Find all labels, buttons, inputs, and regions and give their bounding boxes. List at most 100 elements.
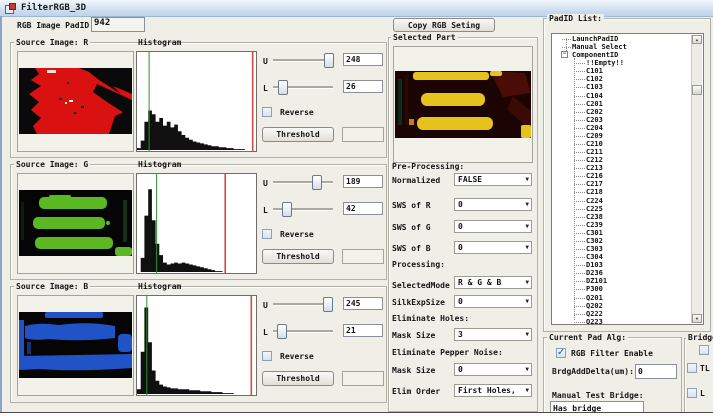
u-slider-thumb-b[interactable] <box>323 297 333 312</box>
u-slider-thumb-r[interactable] <box>324 53 334 68</box>
tree-item[interactable]: C224 <box>552 197 692 205</box>
tree-item-label: D103 <box>586 261 603 269</box>
l-slider-b[interactable] <box>273 324 333 338</box>
l-value-r[interactable] <box>343 80 383 93</box>
tree-item[interactable]: D236 <box>552 269 692 277</box>
tree-item[interactable]: Q201 <box>552 294 692 302</box>
channel-panel-r: Source Image: R Histogram U L Reverse Th… <box>10 38 387 158</box>
u-value-r[interactable] <box>343 53 383 66</box>
tree-item[interactable]: Q222 <box>552 310 692 318</box>
bridge-checkbox-l[interactable] <box>687 388 697 398</box>
elim-order-dropdown[interactable]: First Holes, <box>454 384 532 397</box>
l-value-b[interactable] <box>343 324 383 337</box>
source-image-r-canvas <box>19 68 132 134</box>
tree-item[interactable]: C217 <box>552 180 692 188</box>
tree-item[interactable]: D103 <box>552 261 692 269</box>
tree-item[interactable]: C209 <box>552 132 692 140</box>
u-value-b[interactable] <box>343 297 383 310</box>
tree-item-label: C216 <box>586 172 603 180</box>
threshold-button-b[interactable]: Threshold <box>262 371 334 386</box>
tree-item[interactable]: C225 <box>552 205 692 213</box>
threshold-button-r[interactable]: Threshold <box>262 127 334 142</box>
tree-item[interactable]: C102 <box>552 75 692 83</box>
selected-mode-dropdown[interactable]: R & G & B <box>454 276 532 289</box>
l-value-g[interactable] <box>343 202 383 215</box>
u-slider-b[interactable] <box>273 297 333 311</box>
scroll-up-icon[interactable]: ▲ <box>692 35 702 44</box>
tree-item[interactable]: C210 <box>552 140 692 148</box>
bridge-checkbox-partial[interactable] <box>699 345 709 355</box>
holes-mask-size-label: Mask Size <box>392 331 435 340</box>
tree-item[interactable]: C202 <box>552 108 692 116</box>
tree-item[interactable]: P300 <box>552 285 692 293</box>
u-slider-g[interactable] <box>273 175 333 189</box>
tree-item-label: C238 <box>586 213 603 221</box>
tree-item[interactable]: C301 <box>552 229 692 237</box>
reverse-checkbox-b[interactable] <box>262 351 272 361</box>
u-slider-thumb-g[interactable] <box>312 175 322 190</box>
histogram-plot-g <box>137 174 256 273</box>
collapse-icon[interactable]: − <box>561 51 568 58</box>
silk-exp-size-dropdown[interactable]: 0 <box>454 295 532 308</box>
tree-item-label: LaunchPadID <box>572 35 618 43</box>
tree-item[interactable]: Q202 <box>552 302 692 310</box>
tree-item[interactable]: C101 <box>552 67 692 75</box>
tree-item[interactable]: C203 <box>552 116 692 124</box>
tree-item[interactable]: C218 <box>552 188 692 196</box>
sws-b-dropdown[interactable]: 0 <box>454 241 532 254</box>
normalized-dropdown[interactable]: FALSE <box>454 173 532 186</box>
l-slider-g[interactable] <box>273 202 333 216</box>
threshold-aux-box-r <box>342 127 384 142</box>
copy-rgb-setting-button[interactable]: Copy RGB Seting <box>393 18 495 32</box>
tree-item[interactable]: C304 <box>552 253 692 261</box>
rgb-filter-label: RGB Filter Enable <box>571 349 653 358</box>
tree-item[interactable]: C238 <box>552 213 692 221</box>
threshold-button-g[interactable]: Threshold <box>262 249 334 264</box>
tree-item[interactable]: Q223 <box>552 318 692 325</box>
scrollbar-thumb[interactable] <box>692 85 702 95</box>
sws-r-dropdown[interactable]: 0 <box>454 198 532 211</box>
tree-item[interactable]: C302 <box>552 237 692 245</box>
tree-item-label: C301 <box>586 229 603 237</box>
l-slider-thumb-r[interactable] <box>278 80 288 95</box>
tree-item[interactable]: C216 <box>552 172 692 180</box>
tree-item[interactable]: −ComponentID <box>552 51 692 59</box>
tree-item[interactable]: C212 <box>552 156 692 164</box>
tree-item[interactable]: C201 <box>552 100 692 108</box>
rgb-filter-checkbox[interactable] <box>556 348 566 358</box>
tree-item[interactable]: LaunchPadID <box>552 35 692 43</box>
tree-item[interactable]: C303 <box>552 245 692 253</box>
u-slider-r[interactable] <box>273 53 333 67</box>
reverse-checkbox-g[interactable] <box>262 229 272 239</box>
tree-item[interactable]: !!Empty!! <box>552 59 692 67</box>
tree-item[interactable]: C211 <box>552 148 692 156</box>
bridge-tl-label: TL <box>700 364 710 373</box>
sws-g-dropdown[interactable]: 0 <box>454 220 532 233</box>
processing-title: Processing: <box>392 260 445 269</box>
tree-item[interactable]: DZ101 <box>552 277 692 285</box>
l-slider-thumb-g[interactable] <box>282 202 292 217</box>
selected-part-label: Selected Part <box>391 33 458 42</box>
pad-tree[interactable]: LaunchPadIDManual Select−ComponentID!!Em… <box>551 33 704 325</box>
tree-item[interactable]: C239 <box>552 221 692 229</box>
bridge-checkbox-tl[interactable] <box>687 363 697 373</box>
source-image-r <box>17 51 134 152</box>
tree-item-label: C209 <box>586 132 603 140</box>
scroll-down-icon[interactable]: ▼ <box>692 314 702 323</box>
app-icon <box>5 3 15 13</box>
l-slider-thumb-b[interactable] <box>277 324 287 339</box>
tree-item[interactable]: C104 <box>552 92 692 100</box>
tree-scrollbar[interactable]: ▲ ▼ <box>691 35 702 323</box>
reverse-label-g: Reverse <box>280 230 314 239</box>
holes-mask-size-dropdown[interactable]: 3 <box>454 328 532 341</box>
tree-item[interactable]: C204 <box>552 124 692 132</box>
l-slider-r[interactable] <box>273 80 333 94</box>
pepper-mask-size-dropdown[interactable]: 0 <box>454 363 532 376</box>
pre-processing-title: Pre-Processing: <box>392 162 464 171</box>
tree-item[interactable]: C213 <box>552 164 692 172</box>
tree-item[interactable]: Manual Select <box>552 43 692 51</box>
u-value-g[interactable] <box>343 175 383 188</box>
bridge-delta-field[interactable] <box>635 364 677 379</box>
reverse-checkbox-r[interactable] <box>262 107 272 117</box>
tree-item[interactable]: C103 <box>552 83 692 91</box>
